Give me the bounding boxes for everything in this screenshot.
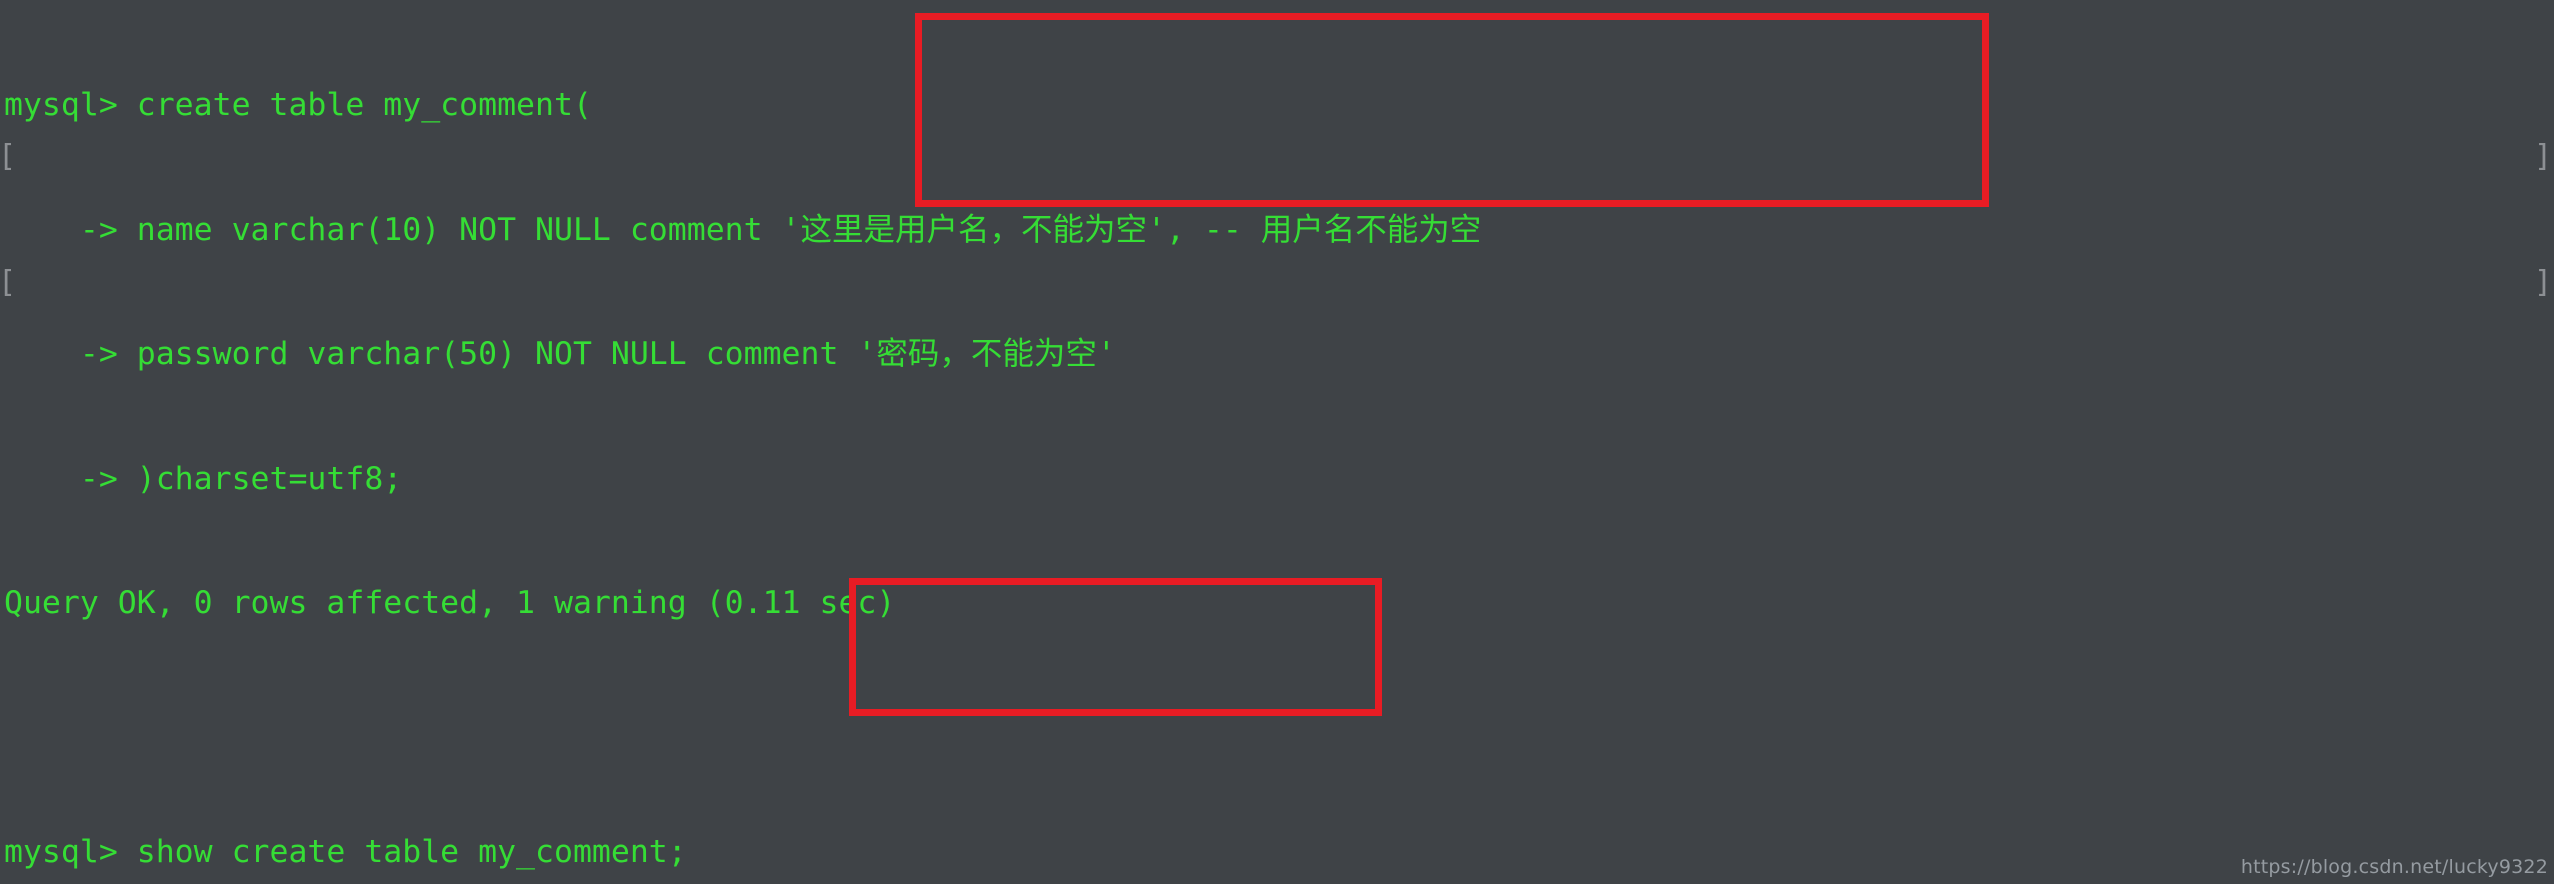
terminal-line: -> name varchar(10) NOT NULL comment '这里… xyxy=(4,211,1482,248)
terminal-screen: mysql> create table my_comment( -> name … xyxy=(0,0,2554,884)
left-bracket-artifact: [ xyxy=(0,142,16,172)
terminal-line: Query OK, 0 rows affected, 1 warning (0.… xyxy=(4,585,896,621)
terminal-line: mysql> create table my_comment( xyxy=(4,87,592,123)
right-bracket-artifact: ] xyxy=(2533,139,2552,174)
terminal-output[interactable]: mysql> create table my_comment( -> name … xyxy=(0,0,2554,884)
terminal-line: mysql> show create table my_comment; xyxy=(4,834,687,870)
terminal-line: -> )charset=utf8; xyxy=(4,460,403,497)
right-bracket-artifact: ] xyxy=(2533,265,2552,300)
watermark: https://blog.csdn.net/lucky9322 xyxy=(2240,856,2548,878)
left-bracket-artifact: [ xyxy=(0,268,16,298)
terminal-line: -> password varchar(50) NOT NULL comment… xyxy=(4,336,1116,372)
